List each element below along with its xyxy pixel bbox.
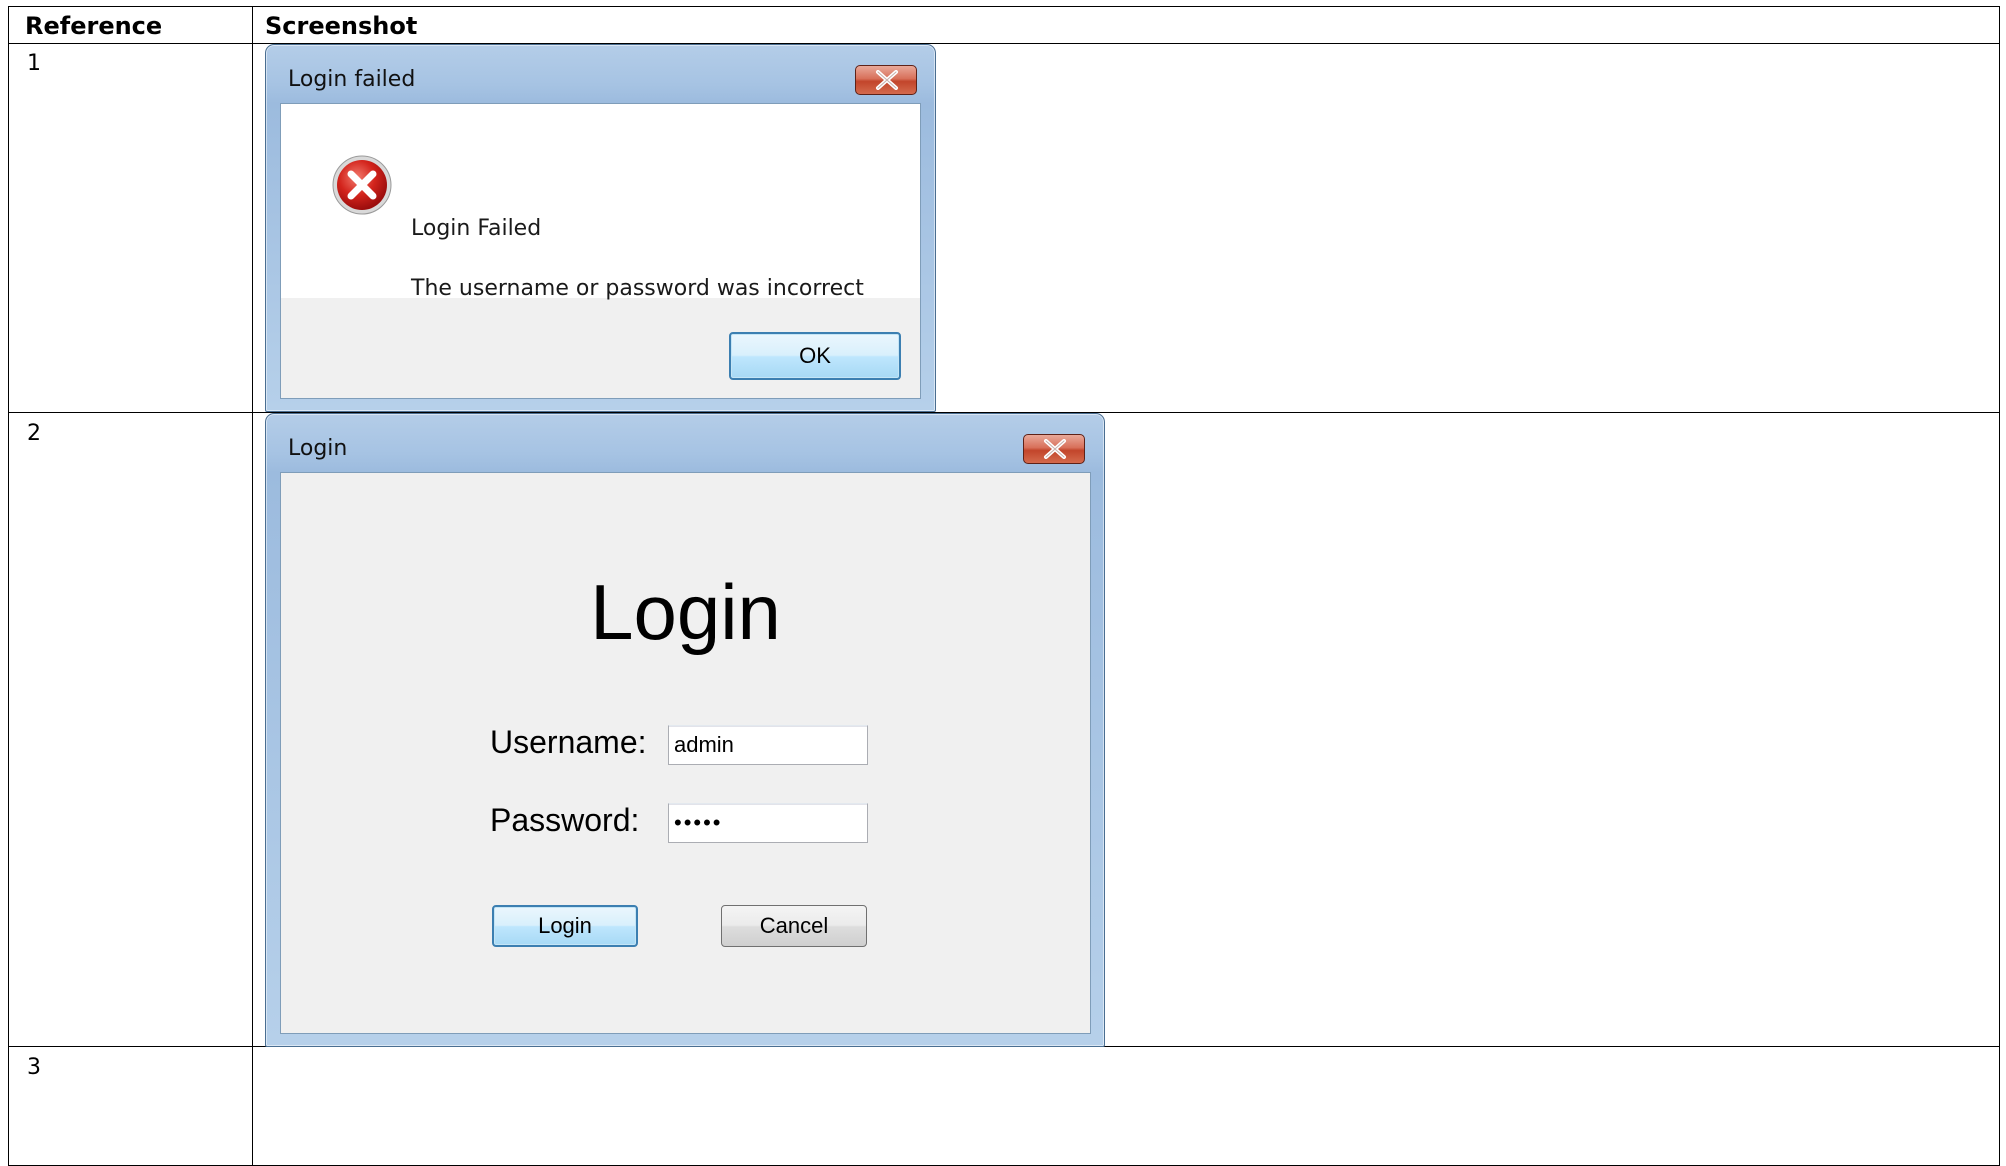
table-column-divider (252, 7, 253, 1165)
password-label: Password: (490, 802, 640, 838)
cancel-button[interactable]: Cancel (721, 905, 867, 947)
message-body: The username or password was incorrect (411, 276, 864, 301)
header-screenshot: Screenshot (265, 12, 418, 40)
row-reference-1: 1 (27, 51, 41, 76)
login-heading: Login (590, 568, 781, 656)
row-reference-2: 2 (27, 421, 41, 446)
dialog-title: Login failed (288, 67, 416, 92)
close-icon (876, 70, 898, 90)
username-label: Username: (490, 724, 647, 760)
window-title: Login (288, 436, 348, 461)
login-window: Login Login Username: Password: Login Ca… (265, 413, 1105, 1047)
row-reference-3: 3 (27, 1055, 41, 1080)
header-reference: Reference (25, 12, 163, 40)
password-input[interactable] (668, 803, 868, 843)
dialog-client-area: Login Failed The username or password wa… (280, 103, 921, 399)
window-client-area: Login Username: Password: Login Cancel (280, 472, 1091, 1034)
close-button[interactable] (1023, 434, 1085, 464)
ok-button[interactable]: OK (729, 332, 901, 380)
login-failed-dialog: Login failed Login Failed The username o… (265, 44, 936, 412)
close-icon (1044, 439, 1066, 459)
close-button[interactable] (855, 65, 917, 95)
error-icon (332, 155, 392, 215)
message-heading: Login Failed (411, 216, 542, 241)
username-input[interactable] (668, 725, 868, 765)
login-button[interactable]: Login (492, 905, 638, 947)
